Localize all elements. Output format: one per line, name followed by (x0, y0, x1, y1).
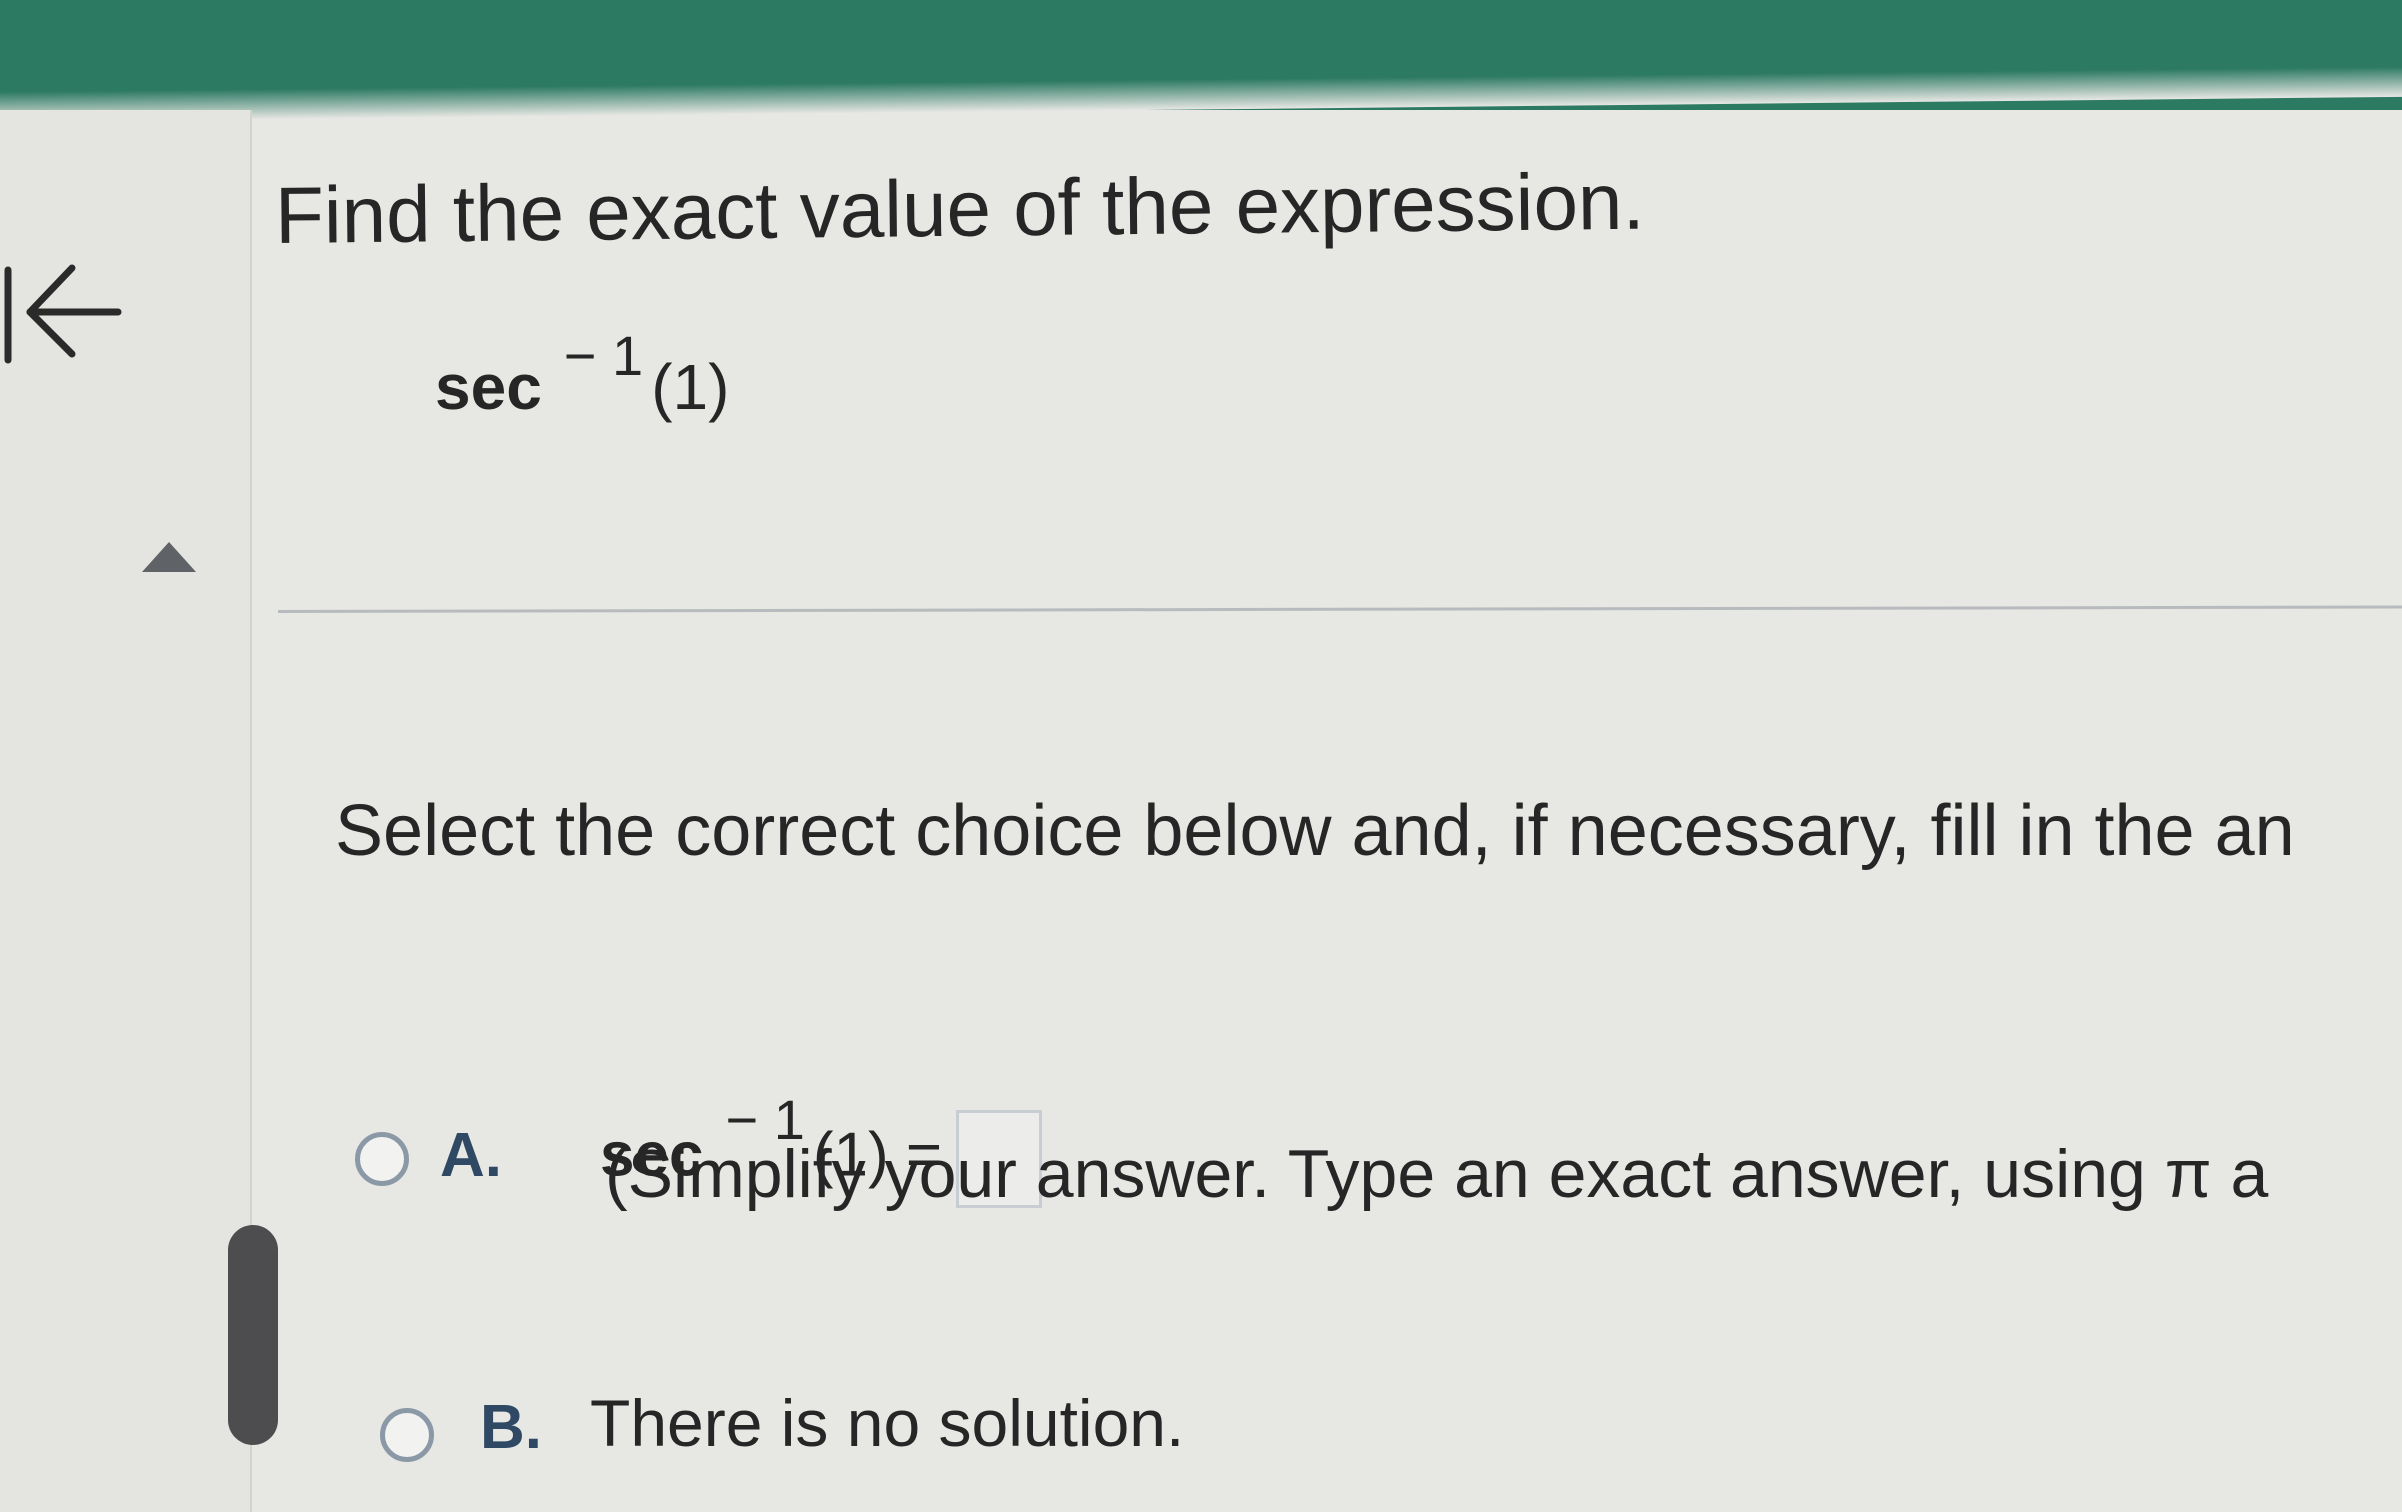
choice-a-hint: (Simplify your answer. Type an exact ans… (605, 1136, 2269, 1212)
choice-b-radio[interactable] (380, 1408, 434, 1462)
left-arrow-icon[interactable] (0, 250, 130, 370)
answer-prompt: Select the correct choice below and, if … (335, 791, 2295, 871)
choice-a-letter: A. (440, 1121, 502, 1190)
section-divider (277, 605, 2402, 613)
question-expression: sec − 1 (1) (435, 324, 730, 424)
expression-superscript: − 1 (563, 324, 644, 387)
choice-b-text: There is no solution. (590, 1386, 1185, 1460)
choice-a-radio[interactable] (355, 1132, 409, 1186)
triangle-up-icon[interactable] (140, 540, 198, 574)
choice-b-letter: B. (480, 1393, 542, 1462)
expression-argument: (1) (651, 351, 730, 423)
expression-function: sec (435, 351, 542, 423)
question-instruction: Find the exact value of the expression. (274, 156, 1646, 260)
question-content: Find the exact value of the expression. … (250, 110, 2402, 1512)
